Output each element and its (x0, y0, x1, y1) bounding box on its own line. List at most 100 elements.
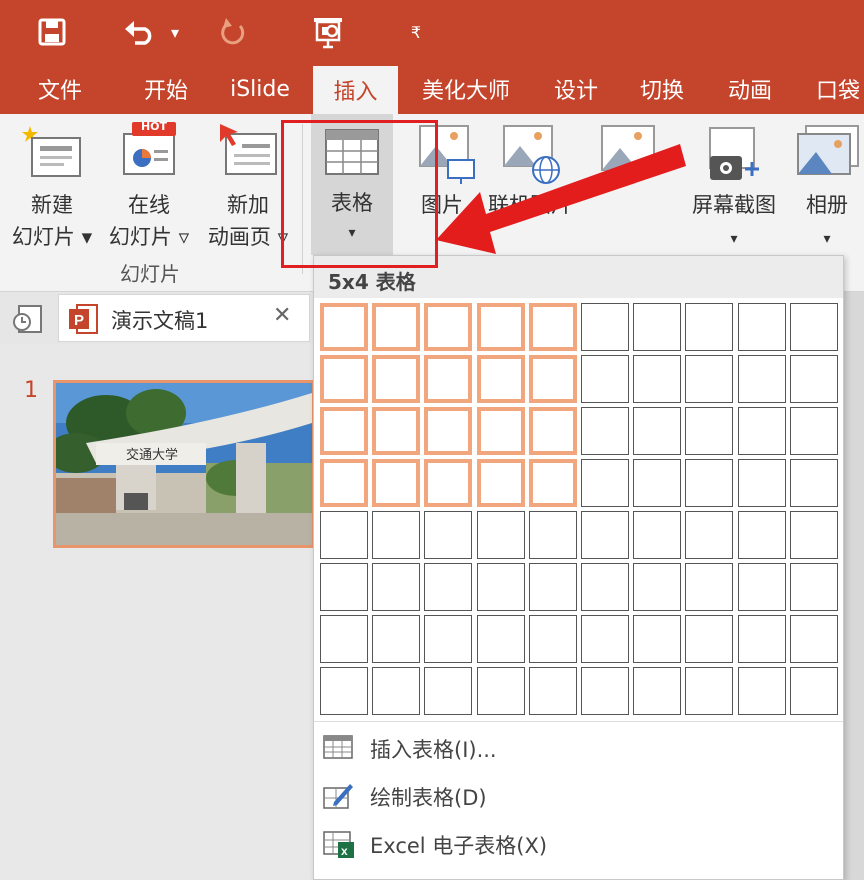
tab-insert[interactable]: 插入 (313, 66, 398, 114)
grid-cell-selected[interactable] (529, 355, 577, 403)
grid-cell[interactable] (738, 511, 786, 559)
grid-cell[interactable] (320, 667, 368, 715)
undo-icon[interactable] (118, 12, 162, 52)
tab-islide[interactable]: iSlide (218, 64, 302, 114)
grid-cell[interactable] (633, 407, 681, 455)
grid-cell[interactable] (685, 407, 733, 455)
grid-cell[interactable] (685, 615, 733, 663)
grid-cell[interactable] (685, 511, 733, 559)
grid-cell[interactable] (529, 511, 577, 559)
slide-thumbnail[interactable]: 交通大学 (53, 380, 315, 548)
grid-cell[interactable] (581, 355, 629, 403)
tab-pocket[interactable]: 口袋 (806, 64, 864, 114)
grid-cell[interactable] (424, 615, 472, 663)
grid-cell[interactable] (581, 563, 629, 611)
grid-cell[interactable] (424, 667, 472, 715)
excel-spreadsheet-menu-item[interactable]: x Excel 电子表格(X) (314, 822, 843, 866)
grid-cell[interactable] (633, 511, 681, 559)
undo-dropdown-icon[interactable]: ▾ (164, 12, 186, 52)
grid-cell[interactable] (372, 615, 420, 663)
grid-cell[interactable] (372, 563, 420, 611)
grid-cell[interactable] (372, 511, 420, 559)
grid-cell-selected[interactable] (529, 459, 577, 507)
grid-cell[interactable] (790, 407, 838, 455)
grid-cell[interactable] (790, 667, 838, 715)
grid-cell[interactable] (581, 303, 629, 351)
document-tab[interactable]: P 演示文稿1 ✕ (58, 294, 310, 342)
grid-cell[interactable] (581, 511, 629, 559)
grid-cell[interactable] (738, 407, 786, 455)
grid-cell[interactable] (790, 615, 838, 663)
photo-album-button[interactable]: 相册 ▾ (790, 120, 864, 260)
grid-cell[interactable] (581, 407, 629, 455)
grid-cell-selected[interactable] (424, 355, 472, 403)
screenshot-button[interactable]: 屏幕截图 ▾ (684, 120, 784, 260)
grid-cell-selected[interactable] (529, 407, 577, 455)
grid-cell[interactable] (685, 667, 733, 715)
grid-cell-selected[interactable] (424, 303, 472, 351)
recent-icon[interactable] (10, 302, 50, 336)
insert-table-menu-item[interactable]: 插入表格(I)... (314, 726, 843, 770)
grid-cell[interactable] (424, 563, 472, 611)
grid-cell-selected[interactable] (477, 355, 525, 403)
grid-cell[interactable] (320, 563, 368, 611)
grid-cell[interactable] (477, 563, 525, 611)
grid-cell[interactable] (790, 459, 838, 507)
grid-cell[interactable] (581, 459, 629, 507)
grid-cell[interactable] (372, 667, 420, 715)
tab-file[interactable]: 文件 (18, 64, 102, 114)
grid-cell[interactable] (685, 303, 733, 351)
grid-cell[interactable] (633, 667, 681, 715)
grid-cell[interactable] (477, 511, 525, 559)
grid-cell[interactable] (424, 511, 472, 559)
grid-cell[interactable] (477, 615, 525, 663)
redo-icon[interactable] (214, 12, 254, 52)
grid-cell-selected[interactable] (529, 303, 577, 351)
grid-cell[interactable] (738, 615, 786, 663)
grid-cell[interactable] (738, 303, 786, 351)
tab-beautify-master[interactable]: 美化大师 (410, 64, 522, 114)
new-slide-button[interactable]: 新建 幻灯片 ▾ (6, 120, 98, 260)
grid-cell-selected[interactable] (320, 355, 368, 403)
grid-cell[interactable] (633, 303, 681, 351)
grid-cell-selected[interactable] (372, 303, 420, 351)
grid-cell[interactable] (633, 615, 681, 663)
grid-cell-selected[interactable] (320, 459, 368, 507)
grid-cell[interactable] (529, 615, 577, 663)
tab-design[interactable]: 设计 (536, 64, 616, 114)
grid-cell[interactable] (685, 355, 733, 403)
online-slide-button[interactable]: HOT 在线 幻灯片 ▿ (100, 120, 198, 260)
grid-cell-selected[interactable] (424, 459, 472, 507)
grid-cell-selected[interactable] (372, 459, 420, 507)
grid-cell[interactable] (477, 667, 525, 715)
tab-home[interactable]: 开始 (124, 64, 208, 114)
grid-cell[interactable] (738, 355, 786, 403)
grid-cell[interactable] (529, 667, 577, 715)
grid-cell[interactable] (790, 303, 838, 351)
grid-cell[interactable] (320, 615, 368, 663)
grid-cell-selected[interactable] (372, 407, 420, 455)
grid-cell[interactable] (685, 563, 733, 611)
grid-cell[interactable] (581, 615, 629, 663)
grid-cell[interactable] (790, 355, 838, 403)
grid-cell-selected[interactable] (320, 303, 368, 351)
grid-cell-selected[interactable] (477, 303, 525, 351)
grid-cell[interactable] (633, 563, 681, 611)
grid-cell[interactable] (790, 563, 838, 611)
grid-cell[interactable] (581, 667, 629, 715)
grid-cell[interactable] (633, 355, 681, 403)
tab-transitions[interactable]: 切换 (622, 64, 702, 114)
draw-table-menu-item[interactable]: 绘制表格(D) (314, 774, 843, 818)
grid-cell[interactable] (738, 459, 786, 507)
grid-cell[interactable] (633, 459, 681, 507)
grid-cell[interactable] (738, 667, 786, 715)
tab-animations[interactable]: 动画 (708, 64, 792, 114)
grid-cell-selected[interactable] (372, 355, 420, 403)
start-from-beginning-icon[interactable] (306, 12, 350, 52)
grid-cell[interactable] (529, 563, 577, 611)
grid-cell[interactable] (320, 511, 368, 559)
grid-cell-selected[interactable] (424, 407, 472, 455)
save-icon[interactable] (30, 12, 74, 52)
close-tab-icon[interactable]: ✕ (273, 303, 291, 328)
grid-cell-selected[interactable] (320, 407, 368, 455)
